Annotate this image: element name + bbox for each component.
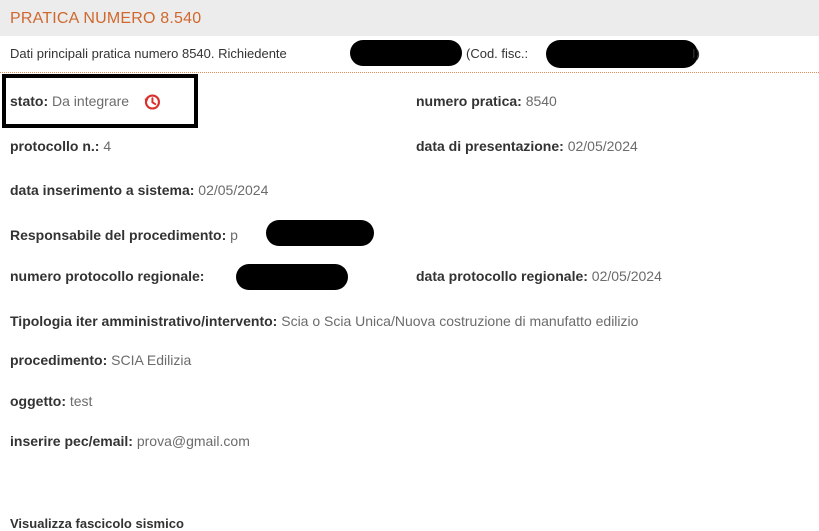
data-protocollo-regionale-label: data protocollo regionale: — [416, 268, 588, 284]
codfisc-tail: I) — [692, 46, 700, 61]
procedimento-value: SCIA Edilizia — [111, 352, 192, 368]
responsabile-label: Responsabile del procedimento: — [10, 227, 227, 243]
responsabile-value: p — [230, 227, 238, 243]
summary-line: Dati principali pratica numero 8540. Ric… — [10, 46, 287, 61]
summary-prefix: Dati principali pratica numero 8540. Ric… — [10, 46, 287, 61]
field-data-presentazione: data di presentazione: 02/05/2024 — [416, 138, 638, 154]
field-tipologia: Tipologia iter amministrativo/intervento… — [10, 313, 638, 329]
page-title: PRATICA NUMERO 8.540 — [10, 10, 202, 27]
field-protocollo: protocollo n.: 4 — [10, 138, 111, 154]
data-inserimento-value: 02/05/2024 — [198, 182, 269, 198]
data-presentazione-value: 02/05/2024 — [567, 138, 638, 154]
oggetto-value: test — [69, 393, 93, 409]
codfisc-label: (Cod. fisc.: — [466, 46, 529, 61]
field-oggetto: oggetto: test — [10, 393, 92, 409]
redacted-responsabile — [266, 220, 374, 246]
tipologia-value: Scia o Scia Unica/Nuova costruzione di m… — [281, 313, 639, 329]
numero-protocollo-regionale-label: numero protocollo regionale: — [10, 268, 205, 284]
numero-pratica-value: 8540 — [525, 93, 557, 109]
field-numero-pratica: numero pratica: 8540 — [416, 93, 557, 109]
field-procedimento: procedimento: SCIA Edilizia — [10, 352, 191, 368]
field-numero-protocollo-regionale: numero protocollo regionale: — [10, 268, 204, 284]
field-data-protocollo-regionale: data protocollo regionale: 02/05/2024 — [416, 268, 662, 284]
procedimento-label: procedimento: — [10, 352, 108, 368]
redacted-protocollo-regionale — [236, 264, 348, 290]
field-data-inserimento: data inserimento a sistema: 02/05/2024 — [10, 182, 268, 198]
stato-highlight-box — [2, 74, 198, 128]
field-responsabile: Responsabile del procedimento: p — [10, 227, 238, 243]
tipologia-label: Tipologia iter amministrativo/intervento… — [10, 313, 278, 329]
protocollo-value: 4 — [103, 138, 112, 154]
redacted-fiscal-code — [546, 40, 698, 68]
protocollo-label: protocollo n.: — [10, 138, 100, 154]
field-pec: inserire pec/email: prova@gmail.com — [10, 433, 250, 449]
page-header: PRATICA NUMERO 8.540 — [0, 0, 819, 36]
oggetto-label: oggetto: — [10, 393, 66, 409]
data-inserimento-label: data inserimento a sistema: — [10, 182, 195, 198]
fascicolo-sismico-link[interactable]: Visualizza fascicolo sismico — [10, 516, 184, 531]
header-divider — [0, 72, 819, 73]
numero-pratica-label: numero pratica: — [416, 93, 522, 109]
pec-value: prova@gmail.com — [136, 433, 250, 449]
data-presentazione-label: data di presentazione: — [416, 138, 564, 154]
redacted-applicant-name — [350, 40, 462, 66]
data-protocollo-regionale-value: 02/05/2024 — [591, 268, 662, 284]
pec-label: inserire pec/email: — [10, 433, 133, 449]
